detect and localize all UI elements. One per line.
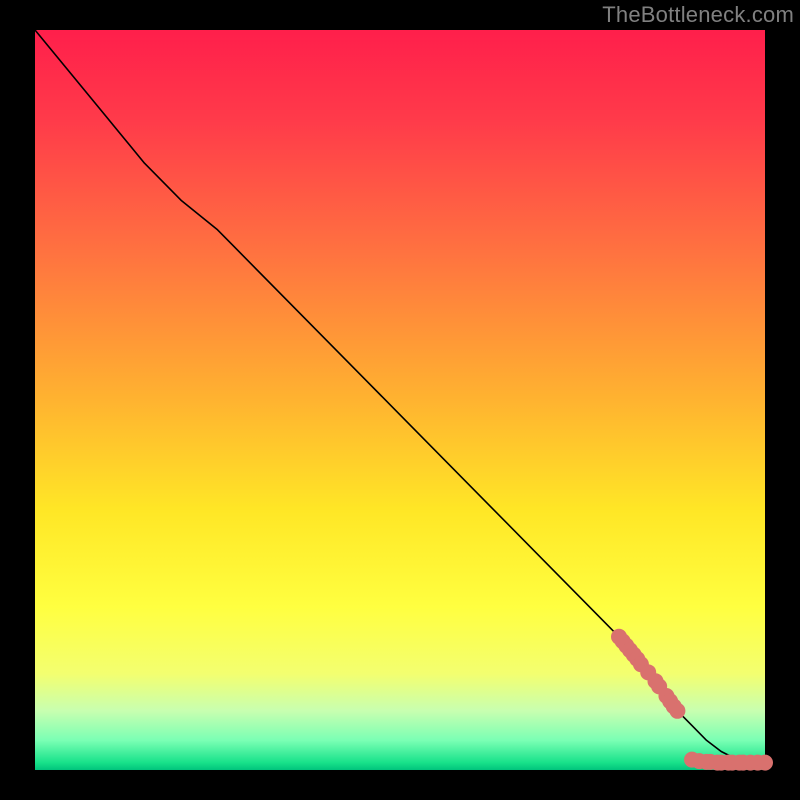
chart-stage: TheBottleneck.com — [0, 0, 800, 800]
chart-svg — [0, 0, 800, 800]
data-point — [669, 703, 685, 719]
data-point — [757, 755, 773, 771]
watermark-text: TheBottleneck.com — [602, 2, 794, 28]
plot-background — [35, 30, 765, 770]
